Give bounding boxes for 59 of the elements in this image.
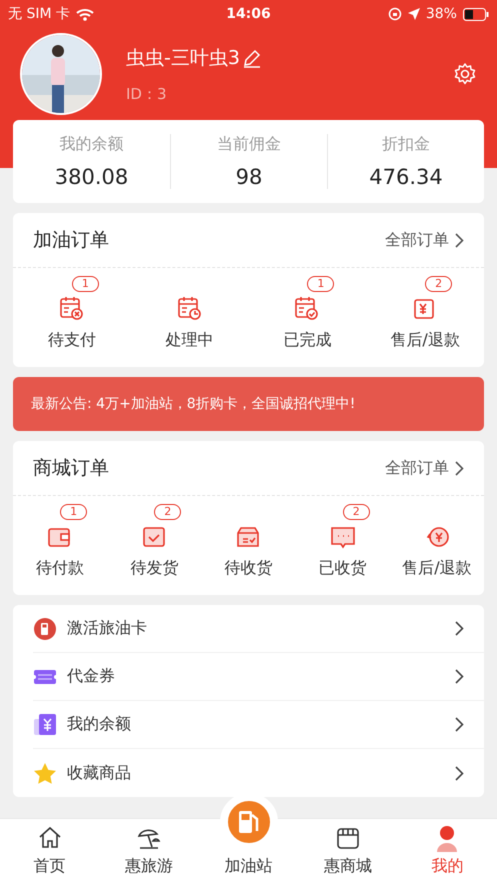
calendar-cross-icon — [58, 294, 86, 322]
status-time: 14:06 — [226, 6, 271, 22]
menu-item[interactable]: 代金券 — [33, 653, 484, 701]
stat-value: 380.08 — [54, 165, 128, 189]
battery-percent: 38% — [426, 6, 457, 22]
tab-item[interactable]: 首页 — [0, 819, 100, 883]
order-status-button[interactable]: 2 待发货 — [107, 502, 202, 579]
chevron-right-icon — [455, 232, 464, 248]
pencil-icon[interactable] — [242, 48, 262, 68]
chevron-right-icon — [455, 717, 464, 732]
stat-label: 当前佣金 — [217, 134, 281, 155]
ticket-icon — [34, 670, 56, 684]
menu-item[interactable]: 我的余额 — [33, 701, 484, 749]
stat-value: 476.34 — [369, 165, 443, 189]
menu-item[interactable]: 收藏商品 — [33, 749, 484, 797]
stat-label: 我的余额 — [60, 134, 124, 155]
count-badge: 1 — [60, 504, 88, 520]
rotation-lock-icon — [388, 7, 402, 21]
order-status-button[interactable]: 1 待付款 — [13, 502, 108, 579]
carrier-label: 无 SIM 卡 — [8, 5, 70, 23]
location-arrow-icon — [408, 8, 420, 20]
tab-item[interactable]: 惠旅游 — [99, 819, 199, 883]
tab-item[interactable]: 惠商城 — [298, 819, 398, 883]
notice-banner: 最新公告: 4万+加油站，8折购卡，全国诚招代理中! — [13, 377, 484, 431]
chevron-right-icon — [455, 766, 464, 780]
card-title: 加油订单 — [33, 228, 109, 253]
menu-item[interactable]: 激活旅油卡 — [33, 605, 484, 653]
order-status-button[interactable]: 1 待支付 — [13, 274, 131, 351]
wifi-icon — [76, 8, 94, 20]
all-orders-link[interactable]: 全部订单 — [385, 458, 464, 478]
tab-item[interactable]: 我的 — [398, 819, 497, 883]
fuel-pump-icon — [236, 809, 260, 835]
fuel-pump-icon — [34, 618, 56, 640]
count-badge: 2 — [425, 276, 452, 292]
user-name: 虫虫-三叶虫3 — [126, 46, 240, 70]
order-status-button[interactable]: 售后/退款 — [390, 502, 484, 579]
star-icon — [34, 762, 56, 784]
all-orders-link[interactable]: 全部订单 — [385, 230, 464, 250]
chevron-right-icon — [455, 460, 464, 476]
order-status-button[interactable]: 2 已收货 — [296, 502, 390, 579]
count-badge: 1 — [307, 276, 334, 292]
stat-label: 折扣金 — [382, 134, 430, 155]
order-status-button[interactable]: 2 售后/退款 — [366, 274, 484, 351]
count-badge: 2 — [154, 504, 182, 520]
stat-value: 98 — [236, 165, 262, 189]
order-status-button[interactable]: 待收货 — [201, 502, 296, 579]
count-badge: 1 — [72, 276, 99, 292]
card-title: 商城订单 — [33, 456, 109, 481]
calendar-clock-icon — [176, 294, 204, 322]
battery-icon — [462, 8, 489, 20]
order-status-button[interactable]: 处理中 — [130, 274, 248, 351]
chevron-right-icon — [455, 669, 464, 684]
settings-icon[interactable] — [453, 62, 477, 86]
chevron-right-icon — [455, 621, 464, 636]
tab-item[interactable]: 加油站 — [224, 856, 272, 883]
user-id: ID：3 — [126, 84, 168, 104]
yen-card-icon — [34, 714, 56, 736]
order-status-button[interactable]: 1 已完成 — [248, 274, 366, 351]
count-badge: 2 — [342, 504, 370, 520]
